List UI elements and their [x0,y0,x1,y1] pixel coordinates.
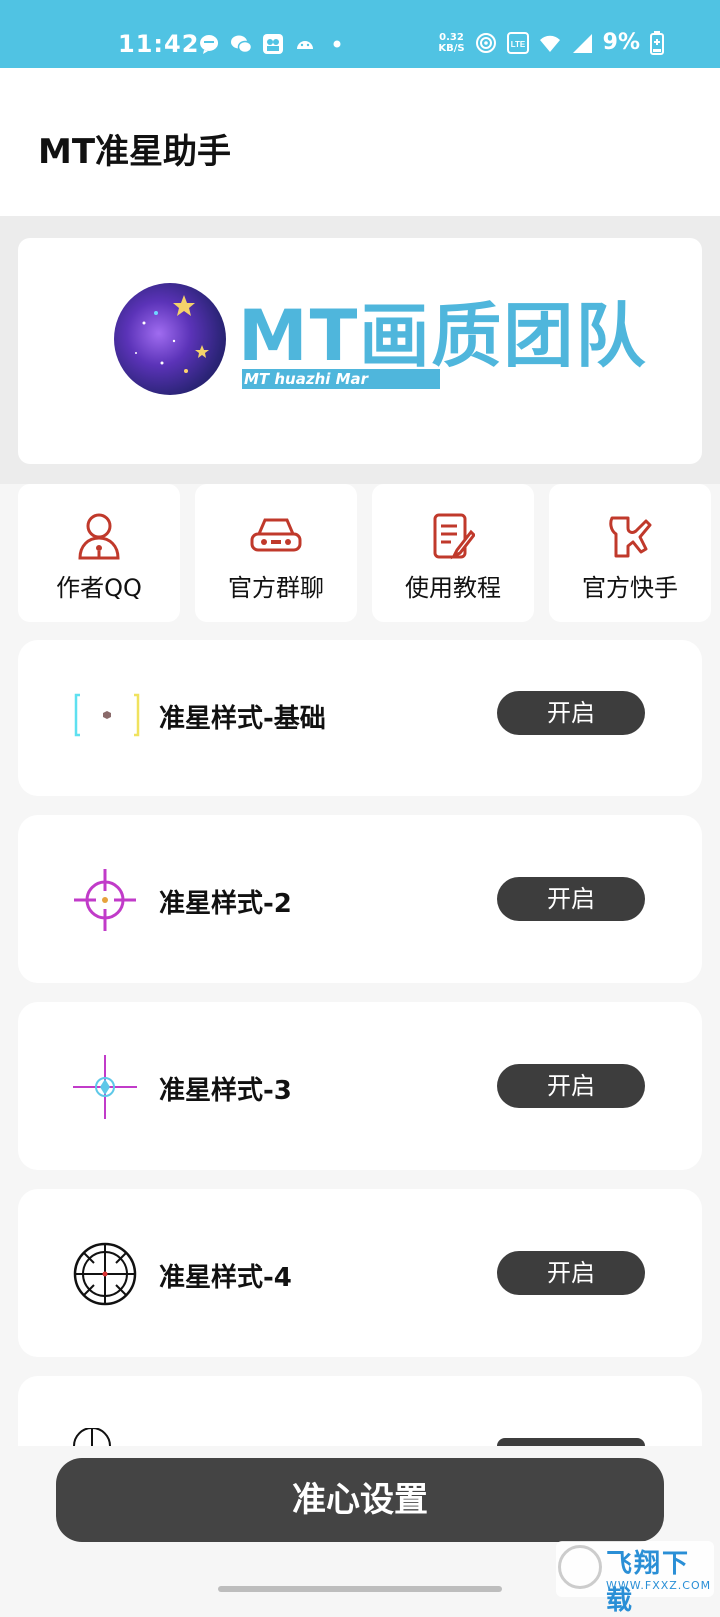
page-title: MT准星助手 [38,132,232,172]
crosshair-style-label: 准星样式-2 [159,889,292,919]
quick-action-label: 作者QQ [56,574,142,602]
crosshair-style-label: 准星样式-4 [159,1263,292,1293]
battery-icon [650,30,664,55]
crosshair-style-card-2: 准星样式-2 开启 [18,815,702,983]
status-bar: 11:42 0.32 KB/S LTE 9% [0,0,720,68]
crosshair-style-card-3: 准星样式-3 开启 [18,1002,702,1170]
team-logo-subtext: MT huazhi Mar [242,369,440,389]
crosshair-diamond-icon [73,1055,137,1119]
enable-button[interactable]: 开启 [497,877,645,921]
quick-action-kuaishou[interactable]: 官方快手 [549,484,711,622]
quick-action-label: 官方快手 [582,574,678,602]
quick-action-tutorial[interactable]: 使用教程 [372,484,534,622]
quick-action-author-qq[interactable]: 作者QQ [18,484,180,622]
stars-icon [135,295,209,373]
svg-text:LTE: LTE [510,40,525,49]
watermark-logo-icon [558,1545,602,1589]
banner-card[interactable]: MT画质团队 MT huazhi Mar [18,238,702,464]
status-time: 11:42 [118,30,200,58]
kuaishou-icon [609,516,652,558]
enable-button[interactable]: 开启 [497,1251,645,1295]
crosshair-circle-icon [74,869,136,931]
crosshair-style-card-5-partial [18,1376,702,1446]
team-logo-text: MT画质团队 [238,295,648,377]
watermark-url: WWW.FXXZ.COM [606,1579,712,1592]
video-icon [263,34,283,54]
site-watermark: 飞翔下载 WWW.FXXZ.COM [556,1541,714,1616]
battery-percent: 9% [602,30,640,55]
crosshair-style-card-4: 准星样式-4 开启 [18,1189,702,1357]
team-logo-image [114,283,226,395]
crosshair-basic-icon [74,693,140,737]
crosshair-style-label: 准星样式-3 [159,1076,292,1106]
crosshair-style-card-basic: 准星样式-基础 开启 [18,640,702,796]
car-icon [250,518,302,552]
wifi-icon [539,35,560,52]
wechat-icon [231,35,252,54]
edit-document-icon [433,513,475,560]
hotspot-icon [475,32,496,53]
network-speed: 0.32 KB/S [438,32,464,54]
quick-action-group-chat[interactable]: 官方群聊 [195,484,357,622]
enable-button[interactable]: 开启 [497,691,645,735]
enable-button[interactable]: 开启 [497,1064,645,1108]
quick-action-label: 使用教程 [405,574,501,602]
dot-icon [333,40,341,48]
crosshair-partial-icon [73,1428,111,1446]
notification-icons [198,33,348,55]
quick-actions: 作者QQ 官方群聊 使用教程 官方快手 [18,484,720,622]
banner-section: MT画质团队 MT huazhi Mar [0,216,720,484]
net-speed-unit: KB/S [438,42,465,54]
quick-action-label: 官方群聊 [228,574,324,602]
android-icon [297,41,313,49]
volte-icon: LTE [506,31,529,54]
crosshair-settings-button[interactable]: 准心设置 [56,1458,664,1542]
crosshair-scope-icon [73,1242,137,1306]
enable-button-partial[interactable] [497,1438,645,1446]
chat-bubble-icon [200,35,219,54]
signal-4g-icon [572,33,592,53]
system-icons: 0.32 KB/S LTE 9% [438,30,664,55]
app-bar: MT准星助手 [0,68,720,216]
crosshair-style-label: 准星样式-基础 [159,704,326,734]
net-speed-value: 0.32 [439,31,464,43]
user-icon [78,513,120,560]
home-indicator[interactable] [218,1586,502,1592]
